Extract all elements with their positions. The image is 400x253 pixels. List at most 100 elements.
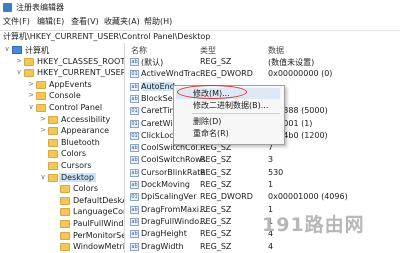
tree-item-label: LanguageConfig	[73, 207, 124, 217]
menu-edit[interactable]: 编辑(E)	[37, 16, 64, 27]
chevron-down-icon[interactable]: ∨	[15, 68, 23, 76]
value-row[interactable]: ab CoolSwitchRows REG_SZ 3	[125, 155, 400, 166]
title-bar: 注册表编辑器	[0, 0, 400, 15]
value-name: CursorBlinkRate	[141, 167, 206, 177]
value-data: 530	[268, 167, 284, 177]
folder-icon	[48, 127, 58, 136]
value-type: REG_SZ	[200, 155, 232, 165]
folder-icon	[48, 115, 58, 124]
ctx-delete[interactable]: 删除(D)	[176, 116, 280, 127]
tree-item-label: Control Panel	[49, 103, 103, 112]
value-row[interactable]: ab DockMoving REG_SZ 1	[125, 180, 400, 191]
value-type: REG_DWORD	[200, 192, 253, 202]
tree-item-label: Colors	[61, 149, 87, 159]
tree-item-label: 计算机	[25, 46, 49, 55]
window-title: 注册表编辑器	[16, 3, 64, 12]
value-data: 0x00001000 (4096)	[268, 192, 348, 202]
folder-icon	[24, 69, 34, 78]
chevron-right-icon[interactable]: >	[15, 57, 23, 65]
binary-value-icon: 01	[130, 119, 139, 128]
binary-value-icon: 01	[130, 131, 139, 140]
string-value-icon: ab	[130, 144, 139, 153]
value-row[interactable]: ab DragWidth REG_SZ 4	[125, 242, 400, 253]
computer-icon	[12, 46, 22, 54]
value-name: (默认)	[141, 58, 164, 67]
tree-item-label: Bluetooth	[61, 137, 100, 147]
tree-item-label: HKEY_CURRENT_USER	[37, 68, 125, 78]
tree-pane: ∨ 计算机 > HKEY_CLASSES_ROOT ∨ HKEY_CURRENT_USER…	[0, 43, 125, 253]
folder-icon	[36, 104, 46, 112]
chevron-down-icon[interactable]: ∨	[3, 45, 11, 53]
string-value-icon: ab	[130, 205, 139, 214]
value-row[interactable]: ab CursorBlinkRate REG_SZ 530	[125, 168, 400, 179]
string-value-icon: ab	[130, 156, 139, 165]
folder-icon	[60, 220, 70, 228]
menu-file[interactable]: 文件(F)	[3, 16, 30, 27]
address-path[interactable]: 计算机\HKEY_CURRENT_USER\Control Panel\Desk…	[3, 31, 210, 42]
menu-view[interactable]: 查看(V)	[71, 16, 99, 27]
string-value-icon: ab	[130, 94, 139, 103]
string-value-icon: ab	[130, 58, 139, 66]
value-name: DpiScalingVer	[141, 192, 197, 202]
chevron-right-icon[interactable]: >	[27, 91, 35, 99]
value-data: 4	[268, 241, 274, 251]
value-name: DragFullWindo...	[141, 216, 207, 226]
folder-icon	[48, 150, 58, 159]
value-name: DragHeight	[141, 229, 187, 239]
value-row[interactable]: ab (默认) REG_SZ (数值未设置)	[125, 57, 400, 68]
tree-item-label: Cursors	[61, 161, 92, 170]
value-type: REG_SZ	[200, 167, 232, 177]
binary-value-icon: 01	[130, 70, 139, 79]
ctx-rename[interactable]: 重命名(R)	[176, 128, 280, 139]
tree-item-label: PerMonitorSetti	[73, 230, 124, 240]
value-type: REG_SZ	[200, 204, 232, 214]
watermark: 191路由网	[262, 214, 365, 236]
chevron-down-icon[interactable]: ∨	[39, 173, 47, 181]
value-row[interactable]: 01 DpiScalingVer REG_DWORD 0x00001000 (4096…	[125, 192, 400, 203]
value-name: AutoEnd	[141, 81, 175, 91]
string-value-icon: ab	[130, 181, 139, 189]
ctx-rename-label: 重命名(R)	[193, 129, 229, 138]
tree-item-label: Accessibility	[61, 114, 111, 124]
value-name: ActiveWndTrac...	[141, 69, 208, 79]
ctx-modify-binary[interactable]: 修改二进制数据(B)...	[176, 100, 280, 111]
menu-favorites[interactable]: 收藏夹(A)	[104, 16, 140, 27]
value-type: REG_DWORD	[200, 69, 253, 79]
tree-item-label: Appearance	[61, 126, 110, 136]
tree-item-label: Colors	[73, 184, 99, 194]
folder-icon	[60, 243, 70, 252]
chevron-right-icon[interactable]: >	[39, 115, 47, 123]
value-type: REG_SZ	[200, 180, 232, 189]
tree-item-label: Desktop	[59, 172, 96, 182]
value-name: DragWidth	[141, 241, 184, 251]
binary-value-icon: 01	[130, 193, 139, 202]
folder-icon	[36, 92, 46, 101]
string-value-icon: ab	[130, 217, 139, 226]
chevron-down-icon[interactable]: ∨	[27, 103, 35, 111]
value-row[interactable]: 01 ActiveWndTrac... REG_DWORD 0x00000000 (0…	[125, 69, 400, 80]
chevron-right-icon[interactable]: >	[39, 126, 47, 134]
string-value-icon: ab	[130, 230, 139, 239]
column-header-data[interactable]: 数据	[268, 45, 284, 56]
tree-item-label: AppEvents	[49, 79, 92, 89]
tree-item-label: WindowMetrics	[73, 242, 125, 252]
column-header-type[interactable]: 类型	[200, 45, 216, 56]
value-name: DockMoving	[141, 180, 190, 189]
chevron-right-icon[interactable]: >	[27, 80, 35, 88]
value-type: REG_SZ	[200, 241, 232, 251]
address-bar[interactable]: 计算机\HKEY_CURRENT_USER\Control Panel\Desk…	[0, 30, 400, 44]
regedit-icon	[3, 3, 12, 12]
menu-help[interactable]: 帮助(H)	[144, 16, 172, 27]
string-value-icon: ab	[130, 82, 139, 91]
highlight-circle	[177, 85, 247, 99]
folder-icon	[36, 80, 46, 89]
binary-value-icon: 01	[130, 107, 139, 116]
value-data: 0x00000000 (0)	[268, 69, 333, 79]
value-data: 3	[268, 155, 274, 165]
menu-bar: 文件(F) 编辑(E) 查看(V) 收藏夹(A) 帮助(H)	[0, 15, 400, 29]
column-header-name[interactable]: 名称	[131, 45, 147, 56]
ctx-delete-label: 删除(D)	[193, 117, 222, 126]
string-value-icon: ab	[130, 242, 139, 251]
value-type: REG_SZ	[200, 57, 232, 66]
folder-icon	[60, 208, 70, 217]
